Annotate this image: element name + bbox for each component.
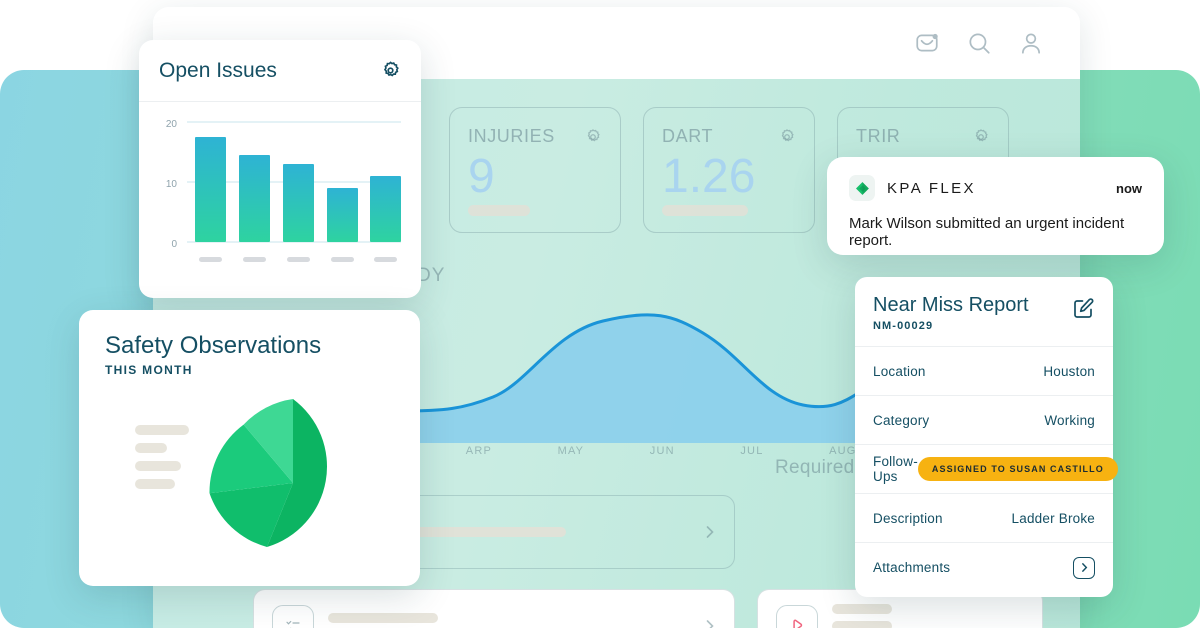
near-miss-header: Near Miss Report NM-00029 — [855, 277, 1113, 347]
checklist-icon — [272, 605, 314, 628]
placeholder-line — [832, 621, 892, 628]
safety-subtitle: THIS MONTH — [105, 363, 420, 377]
placeholder-lines — [328, 613, 648, 628]
kpa-flex-logo-icon — [849, 175, 875, 201]
near-miss-title-group: Near Miss Report NM-00029 — [873, 294, 1029, 332]
safety-title: Safety Observations — [105, 332, 420, 360]
diamond-icon — [854, 180, 871, 197]
kpi-label: INJURIES — [468, 126, 555, 147]
x-tick-label: JUN — [650, 445, 675, 457]
pie-chart-svg — [207, 397, 379, 569]
near-miss-row-description: Description Ladder Broke — [855, 494, 1113, 543]
kpi-placeholder-bar — [662, 205, 748, 216]
mail-icon[interactable] — [914, 30, 940, 56]
safety-body — [79, 377, 420, 573]
open-issues-header: Open Issues — [139, 40, 421, 102]
toast-brand: KPA FLEX — [887, 180, 976, 197]
row-label: Location — [873, 364, 926, 379]
gear-icon[interactable] — [380, 60, 401, 81]
x-tick-label: AUG — [829, 445, 856, 457]
svg-text:20: 20 — [166, 119, 178, 130]
placeholder-line — [135, 479, 175, 489]
row-value: Ladder Broke — [1012, 511, 1095, 526]
row-label: Description — [873, 511, 943, 526]
near-miss-row-attachments[interactable]: Attachments — [855, 543, 1113, 592]
kpi-value: 9 — [468, 153, 602, 201]
near-miss-row-followups: Follow-Ups ASSIGNED TO SUSAN CASTILLO — [855, 445, 1113, 494]
toast-brand-group: KPA FLEX — [849, 175, 976, 201]
placeholder-line — [135, 425, 189, 435]
list-item[interactable] — [253, 589, 735, 628]
open-issues-title: Open Issues — [159, 59, 277, 83]
chevron-right-icon[interactable] — [1073, 557, 1095, 579]
chevron-right-icon[interactable] — [702, 524, 718, 540]
near-miss-id: NM-00029 — [873, 320, 1029, 332]
legend-placeholder — [135, 425, 189, 489]
safety-observations-card: Safety Observations THIS MONTH — [79, 310, 420, 586]
kpi-value: 1.26 — [662, 153, 796, 201]
placeholder-line — [328, 613, 438, 623]
user-icon[interactable] — [1018, 30, 1044, 56]
gear-icon[interactable] — [972, 128, 990, 146]
gear-icon[interactable] — [778, 128, 796, 146]
toast-timestamp: now — [1116, 181, 1142, 196]
row-value: Working — [1044, 413, 1095, 428]
kpi-card-dart[interactable]: DART 1.26 — [643, 107, 815, 233]
kpi-card-injuries[interactable]: INJURIES 9 — [449, 107, 621, 233]
search-icon[interactable] — [966, 30, 992, 56]
kpi-label: DART — [662, 126, 713, 147]
placeholder-line — [135, 443, 167, 453]
x-tick-label: MAY — [558, 445, 585, 457]
x-tick-label: JUL — [740, 445, 763, 457]
screenshot-root: INJURIES 9 DART — [0, 0, 1200, 628]
near-miss-title: Near Miss Report — [873, 294, 1029, 316]
placeholder-lines — [832, 604, 952, 628]
svg-text:10: 10 — [166, 179, 178, 190]
open-issues-bar-chart: 20 10 0 — [139, 102, 421, 298]
near-miss-row-category: Category Working — [855, 396, 1113, 445]
area-chart-title: DY — [417, 265, 445, 287]
x-tick-label: ARP — [466, 445, 492, 457]
gear-icon[interactable] — [584, 128, 602, 146]
bar-chart-svg: 20 10 0 — [139, 102, 421, 298]
open-issues-card: Open Issues — [139, 40, 421, 298]
svg-text:0: 0 — [171, 239, 177, 250]
notification-toast[interactable]: KPA FLEX now Mark Wilson submitted an ur… — [827, 157, 1164, 255]
play-icon — [776, 605, 818, 628]
toast-header: KPA FLEX now — [849, 175, 1142, 201]
toast-message: Mark Wilson submitted an urgent incident… — [849, 215, 1142, 249]
status-badge[interactable]: ASSIGNED TO SUSAN CASTILLO — [918, 457, 1118, 481]
row-value: Houston — [1043, 364, 1095, 379]
row-label: Attachments — [873, 560, 950, 575]
chevron-right-icon[interactable] — [702, 618, 718, 628]
kpi-label: TRIR — [856, 126, 900, 147]
edit-icon[interactable] — [1071, 296, 1095, 320]
near-miss-report-card: Near Miss Report NM-00029 Location Houst… — [855, 277, 1113, 597]
row-label: Follow-Ups — [873, 454, 918, 484]
row-label: Category — [873, 413, 929, 428]
kpi-placeholder-bar — [468, 205, 530, 216]
placeholder-line — [135, 461, 181, 471]
near-miss-row-location: Location Houston — [855, 347, 1113, 396]
placeholder-line — [832, 604, 892, 614]
